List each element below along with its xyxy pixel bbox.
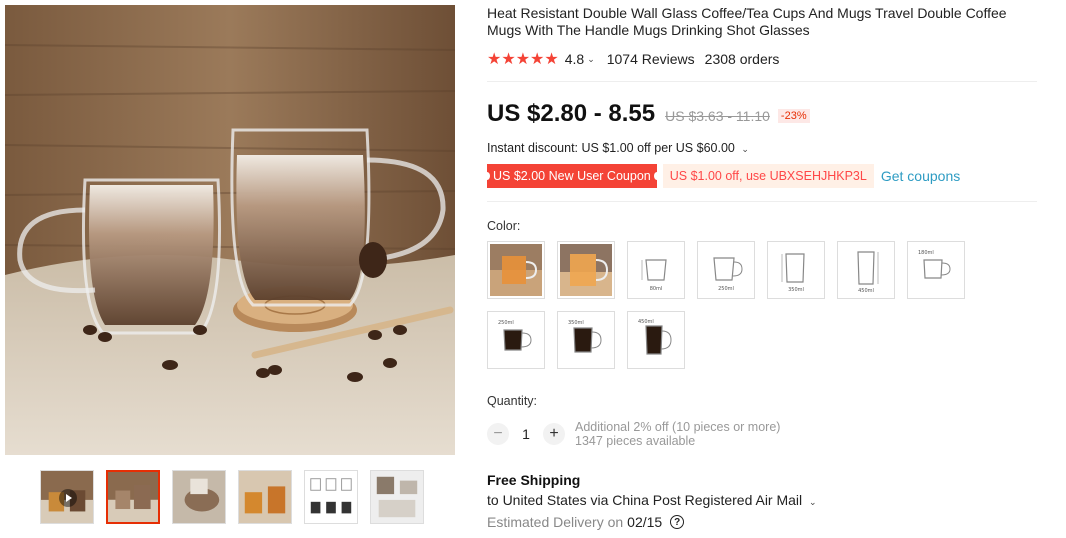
price-row: US $2.80 - 8.55 US $3.63 - 11.10 -23% (487, 100, 1037, 128)
help-icon[interactable]: ? (670, 515, 685, 529)
stock-available: 1347 pieces available (575, 434, 696, 448)
shipping-title: Free Shipping (487, 472, 581, 488)
discount-badge: -23% (777, 109, 810, 123)
color-label: Color: (487, 219, 521, 233)
get-coupons-link[interactable]: Get coupons (881, 168, 960, 184)
svg-text:180ml: 180ml (918, 250, 934, 256)
shipping-route: to United States via China Post Register… (487, 492, 803, 508)
chevron-down-icon: ⌄ (741, 144, 749, 154)
color-option-350ml-dark[interactable]: 350ml (557, 311, 615, 369)
thumbnail-3[interactable] (172, 470, 226, 524)
svg-text:350ml: 350ml (788, 287, 804, 293)
rating-stars-icon: ★★★★★ (487, 51, 559, 68)
rating-row: ★★★★★ 4.8 ⌄ 1074 Reviews 2308 orders (487, 49, 1037, 69)
svg-text:250ml: 250ml (718, 286, 734, 292)
thumbnail-4[interactable] (238, 470, 292, 524)
rating-value[interactable]: 4.8 (565, 51, 584, 67)
chevron-down-icon: ⌄ (809, 497, 817, 507)
quantity-input[interactable]: 1 (509, 426, 543, 442)
orders-count: 2308 orders (704, 51, 780, 67)
image-thumbnails (40, 470, 424, 524)
divider (487, 81, 1037, 82)
color-option-80ml[interactable]: 80ml (627, 241, 685, 299)
color-option-350ml[interactable]: 350ml (767, 241, 825, 299)
thumbnail-video[interactable] (40, 470, 94, 524)
svg-text:350ml: 350ml (568, 320, 584, 326)
thumbnail-2[interactable] (106, 470, 160, 524)
color-option-photo-1[interactable] (487, 241, 545, 299)
bulk-discount-note: Additional 2% off (10 pieces or more) (575, 420, 781, 434)
thumbnail-5[interactable] (304, 470, 358, 524)
quantity-label: Quantity: (487, 394, 538, 408)
chevron-down-icon[interactable]: ⌄ (587, 54, 595, 65)
color-option-180ml[interactable]: 180ml (907, 241, 965, 299)
svg-text:250ml: 250ml (498, 320, 514, 326)
quantity-stepper: − 1 + Additional 2% off (10 pieces or mo… (487, 420, 1037, 448)
coupon-row: US $2.00 New User Coupon US $1.00 off, u… (484, 164, 1037, 188)
svg-text:450ml: 450ml (638, 319, 654, 325)
code-coupon[interactable]: US $1.00 off, use UBXSEHJHKP3L (662, 164, 874, 188)
quantity-decrease-button[interactable]: − (487, 423, 509, 445)
instant-discount[interactable]: Instant discount: US $1.00 off per US $6… (487, 141, 1037, 155)
color-option-450ml-dark[interactable]: 450ml (627, 311, 685, 369)
main-product-image[interactable] (5, 5, 455, 455)
shipping-method[interactable]: to United States via China Post Register… (487, 492, 1037, 508)
new-user-coupon[interactable]: US $2.00 New User Coupon (484, 164, 660, 188)
product-info-panel: Heat Resistant Double Wall Glass Coffee/… (484, 5, 1037, 530)
current-price: US $2.80 - 8.55 (487, 100, 656, 127)
divider (487, 201, 1037, 202)
delivery-date: 02/15 (627, 514, 663, 530)
quantity-increase-button[interactable]: + (543, 423, 565, 445)
svg-text:80ml: 80ml (650, 286, 663, 292)
estimated-delivery: Estimated Delivery on 02/15 ? (487, 514, 1037, 530)
delivery-label: Estimated Delivery on (487, 514, 624, 530)
instant-discount-text: Instant discount: US $1.00 off per US $6… (487, 141, 735, 155)
product-title: Heat Resistant Double Wall Glass Coffee/… (487, 5, 1007, 38)
color-swatches: 80ml 250ml 350ml 450ml 180ml 250ml 350ml… (487, 241, 987, 369)
play-icon (59, 489, 77, 507)
color-option-photo-2[interactable] (557, 241, 615, 299)
color-option-250ml[interactable]: 250ml (697, 241, 755, 299)
thumbnail-6[interactable] (370, 470, 424, 524)
svg-text:450ml: 450ml (858, 288, 874, 294)
reviews-link[interactable]: 1074 Reviews (607, 51, 695, 67)
color-option-250ml-dark[interactable]: 250ml (487, 311, 545, 369)
quantity-notes: Additional 2% off (10 pieces or more) 13… (575, 420, 780, 448)
original-price: US $3.63 - 11.10 (665, 108, 770, 124)
color-option-450ml[interactable]: 450ml (837, 241, 895, 299)
